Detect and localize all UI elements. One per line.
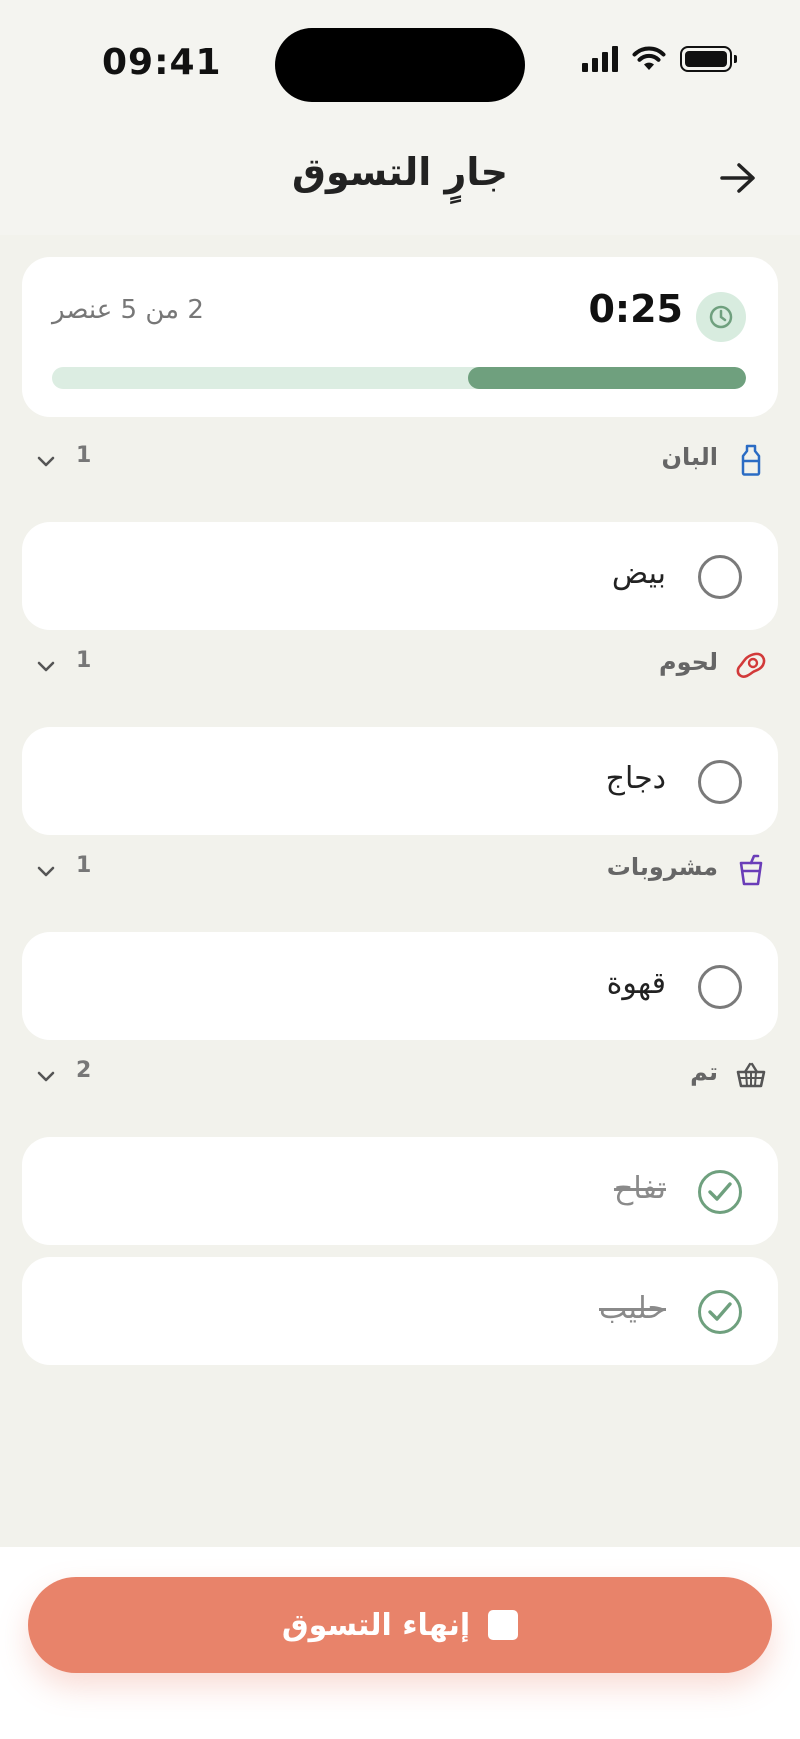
- item-label: تفاح: [613, 1171, 666, 1206]
- back-button[interactable]: [714, 154, 762, 202]
- arrow-right-icon: [720, 163, 755, 193]
- dynamic-island: [275, 28, 525, 102]
- progress-count: 2 من 5 عنصر: [52, 295, 204, 325]
- list-item[interactable]: دجاج: [22, 727, 778, 835]
- checkbox[interactable]: [698, 760, 742, 804]
- wifi-icon: [632, 46, 666, 70]
- chevron-down-icon[interactable]: [34, 859, 58, 883]
- checkmark-icon: [708, 1302, 732, 1321]
- checkbox[interactable]: [698, 965, 742, 1009]
- section-count: 2: [76, 1058, 92, 1083]
- chevron-down-icon[interactable]: [34, 1064, 58, 1088]
- progress-bar: [52, 367, 746, 389]
- shopping-list-content[interactable]: 0:25 2 من 5 عنصر البان 1 بيض لحوم 1 دجاج…: [0, 235, 800, 1547]
- status-icons: [582, 46, 737, 72]
- section-count: 1: [76, 853, 92, 878]
- timer-card: 0:25 2 من 5 عنصر: [22, 257, 778, 417]
- finish-shopping-button[interactable]: إنهاء التسوق: [28, 1577, 772, 1673]
- basket-icon: [734, 1058, 768, 1092]
- checkbox-checked[interactable]: [698, 1170, 742, 1214]
- cellular-signal-icon: [582, 46, 618, 72]
- stop-icon: [488, 1610, 519, 1640]
- section-header-done[interactable]: تم 2: [22, 1050, 778, 1100]
- progress-fill: [468, 367, 746, 389]
- header: جارٍ التسوق: [0, 120, 800, 235]
- section-title: مشروبات: [606, 853, 718, 881]
- item-label: حليب: [599, 1291, 666, 1326]
- milk-bottle-icon: [734, 443, 768, 477]
- section-header-dairy[interactable]: البان 1: [22, 435, 778, 485]
- list-item[interactable]: بيض: [22, 522, 778, 630]
- finish-button-label: إنهاء التسوق: [281, 1607, 471, 1643]
- list-item[interactable]: قهوة: [22, 932, 778, 1040]
- section-header-meat[interactable]: لحوم 1: [22, 640, 778, 690]
- clock-icon: [696, 292, 746, 342]
- section-count: 1: [76, 443, 92, 468]
- page-title: جارٍ التسوق: [291, 150, 509, 194]
- section-count: 1: [76, 648, 92, 673]
- status-time: 09:41: [102, 42, 222, 83]
- list-item[interactable]: تفاح: [22, 1137, 778, 1245]
- section-header-drinks[interactable]: مشروبات 1: [22, 845, 778, 895]
- status-bar: 09:41: [0, 0, 800, 120]
- checkmark-icon: [708, 1182, 732, 1201]
- section-title: لحوم: [659, 648, 718, 676]
- drink-cup-icon: [734, 853, 768, 887]
- chevron-down-icon[interactable]: [34, 449, 58, 473]
- bottom-bar: إنهاء التسوق: [0, 1547, 800, 1739]
- checkbox-checked[interactable]: [698, 1290, 742, 1334]
- item-label: قهوة: [606, 966, 666, 1001]
- section-title: تم: [690, 1058, 718, 1086]
- screen: 09:41 جارٍ التسوق 0:25 2 من 5 عنصر البان…: [0, 0, 800, 1739]
- battery-icon: [680, 46, 737, 72]
- list-item[interactable]: حليب: [22, 1257, 778, 1365]
- checkbox[interactable]: [698, 555, 742, 599]
- elapsed-time: 0:25: [588, 287, 683, 331]
- chevron-down-icon[interactable]: [34, 654, 58, 678]
- item-label: دجاج: [605, 761, 666, 796]
- section-title: البان: [661, 443, 718, 471]
- item-label: بيض: [611, 556, 666, 591]
- meat-icon: [734, 648, 768, 682]
